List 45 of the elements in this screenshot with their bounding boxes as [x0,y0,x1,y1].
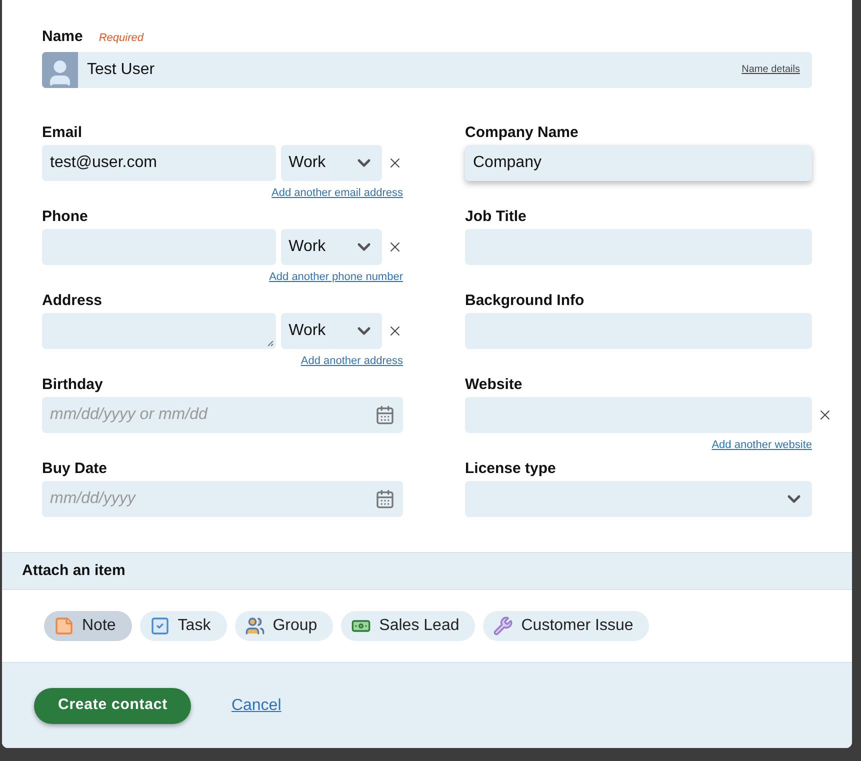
field-label: License type [465,458,557,478]
input-field[interactable] [465,312,812,348]
input-field[interactable] [465,228,812,264]
attach-chip[interactable]: Task [140,611,227,641]
calendar-icon[interactable] [375,404,395,424]
attach-chip[interactable]: Sales Lead [341,611,476,641]
name-details-link[interactable]: Name details [742,62,800,77]
input-field[interactable] [465,396,812,432]
field-label: Phone [42,206,89,226]
type-select[interactable]: Work [280,228,382,264]
input-field[interactable]: Company [465,144,812,180]
type-select[interactable]: Work [280,312,382,348]
field-label: Email [42,122,84,142]
resize-handle-icon [266,340,274,346]
field-label: Birthday [42,374,104,394]
input-field[interactable]: test@user.com [42,144,276,180]
calendar-icon[interactable] [375,488,395,508]
field-label: Job Title [465,206,528,226]
add-link[interactable]: Add another phone number [269,272,403,282]
attach-chip[interactable]: Customer Issue [483,611,650,641]
select-field[interactable] [465,480,812,516]
attach-chip[interactable]: Note [44,611,132,641]
attach-chip[interactable]: Group [234,611,334,641]
note-icon [54,616,74,636]
add-link[interactable]: Add another address [300,356,403,366]
name-field[interactable]: Test User Name details [42,52,812,88]
avatar-icon [42,52,78,88]
add-link[interactable]: Add another website [712,440,812,450]
field-label: Name [42,27,83,47]
people-icon [244,616,265,636]
wrench-icon [493,616,514,636]
type-select[interactable]: Work [280,144,382,180]
attach-header: Attach an item [2,552,852,590]
field-label: Company Name [465,122,580,142]
field-label: Address [42,290,104,310]
required-label: Required [98,31,144,46]
input-field[interactable] [42,228,276,264]
field-label: Website [465,374,524,394]
add-link[interactable]: Add another email address [272,188,403,198]
checkbox-icon [150,616,170,636]
field-label: Buy Date [42,458,108,478]
cancel-link[interactable]: Cancel [231,694,282,718]
input-field[interactable] [42,312,276,348]
field-label: Background Info [465,290,586,310]
create-contact-button[interactable]: Create contact [34,688,192,724]
